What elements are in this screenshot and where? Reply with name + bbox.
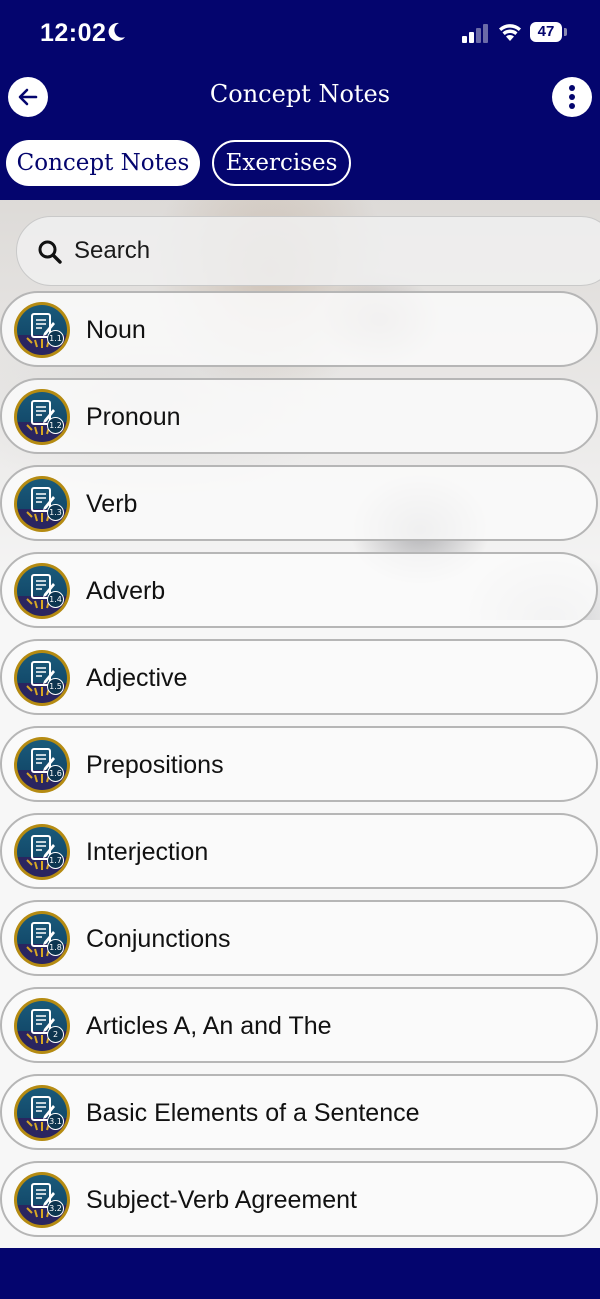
search-placeholder: Search xyxy=(74,237,151,264)
topic-list-item[interactable]: 3.2 Subject-Verb Agreement xyxy=(0,1161,598,1237)
note-badge-icon: 1.2 xyxy=(14,389,70,445)
badge-number: 1.2 xyxy=(47,417,64,434)
tab-concept-notes[interactable]: Concept Notes xyxy=(6,140,200,186)
note-badge-icon: 1.6 xyxy=(14,737,70,793)
search-bar[interactable]: Search xyxy=(16,216,600,286)
topic-list-item[interactable]: 1.8 Conjunctions xyxy=(0,900,598,976)
note-badge-icon: 1.3 xyxy=(14,476,70,532)
topic-label: Prepositions xyxy=(86,751,224,779)
search-icon xyxy=(38,240,62,264)
topic-label: Basic Elements of a Sentence xyxy=(86,1099,420,1127)
battery-level: 47 xyxy=(530,22,562,42)
topic-list-item[interactable]: 1.4 Adverb xyxy=(0,552,598,628)
app-header: Concept Notes xyxy=(0,66,600,128)
content-area: Search 1.1 Noun 1.2 Pronoun 1.3 Verb 1.4 Adverb… xyxy=(0,200,600,1248)
topic-label: Conjunctions xyxy=(86,925,231,953)
badge-number: 1.5 xyxy=(47,678,64,695)
moon-icon xyxy=(108,22,125,41)
note-badge-icon: 2 xyxy=(14,998,70,1054)
note-badge-icon: 3.1 xyxy=(14,1085,70,1141)
badge-number: 3.2 xyxy=(47,1200,64,1217)
badge-number: 2 xyxy=(47,1026,64,1043)
note-badge-icon: 3.2 xyxy=(14,1172,70,1228)
wifi-icon xyxy=(499,24,521,41)
badge-number: 1.6 xyxy=(47,765,64,782)
badge-number: 3.1 xyxy=(47,1113,64,1130)
topic-list-item[interactable]: 1.5 Adjective xyxy=(0,639,598,715)
topic-label: Verb xyxy=(86,490,138,518)
topic-label: Interjection xyxy=(86,838,209,866)
note-badge-icon: 1.8 xyxy=(14,911,70,967)
page-title: Concept Notes xyxy=(209,80,391,108)
topic-list-item[interactable]: 3.1 Basic Elements of a Sentence xyxy=(0,1074,598,1150)
badge-number: 1.8 xyxy=(47,939,64,956)
note-badge-icon: 1.5 xyxy=(14,650,70,706)
topic-list-item[interactable]: 1.6 Prepositions xyxy=(0,726,598,802)
more-vertical-icon xyxy=(569,85,575,109)
badge-number: 1.1 xyxy=(47,330,64,347)
cellular-signal-icon xyxy=(462,24,488,43)
badge-number: 1.7 xyxy=(47,852,64,869)
battery-indicator: 47 xyxy=(530,22,568,44)
topic-label: Pronoun xyxy=(86,403,181,431)
status-time: 12:02 xyxy=(40,19,107,47)
badge-number: 1.4 xyxy=(47,591,64,608)
topic-list-item[interactable]: 2 Articles A, An and The xyxy=(0,987,598,1063)
topic-label: Subject-Verb Agreement xyxy=(86,1186,357,1214)
badge-number: 1.3 xyxy=(47,504,64,521)
more-options-button[interactable] xyxy=(552,77,592,117)
note-badge-icon: 1.4 xyxy=(14,563,70,619)
note-badge-icon: 1.1 xyxy=(14,302,70,358)
status-bar: 12:02 47 xyxy=(0,0,600,66)
topic-label: Adjective xyxy=(86,664,188,692)
topic-list-item[interactable]: 1.7 Interjection xyxy=(0,813,598,889)
note-badge-icon: 1.7 xyxy=(14,824,70,880)
bottom-bar xyxy=(0,1248,600,1299)
tab-exercises[interactable]: Exercises xyxy=(212,140,351,186)
tab-bar: Concept Notes Exercises xyxy=(0,140,600,188)
topic-label: Articles A, An and The xyxy=(86,1012,332,1040)
topic-label: Noun xyxy=(86,316,146,344)
topic-list-item[interactable]: 1.3 Verb xyxy=(0,465,598,541)
topic-list-item[interactable]: 1.2 Pronoun xyxy=(0,378,598,454)
battery-tip xyxy=(564,28,567,36)
topic-list-item[interactable]: 1.1 Noun xyxy=(0,291,598,367)
topic-label: Adverb xyxy=(86,577,166,605)
